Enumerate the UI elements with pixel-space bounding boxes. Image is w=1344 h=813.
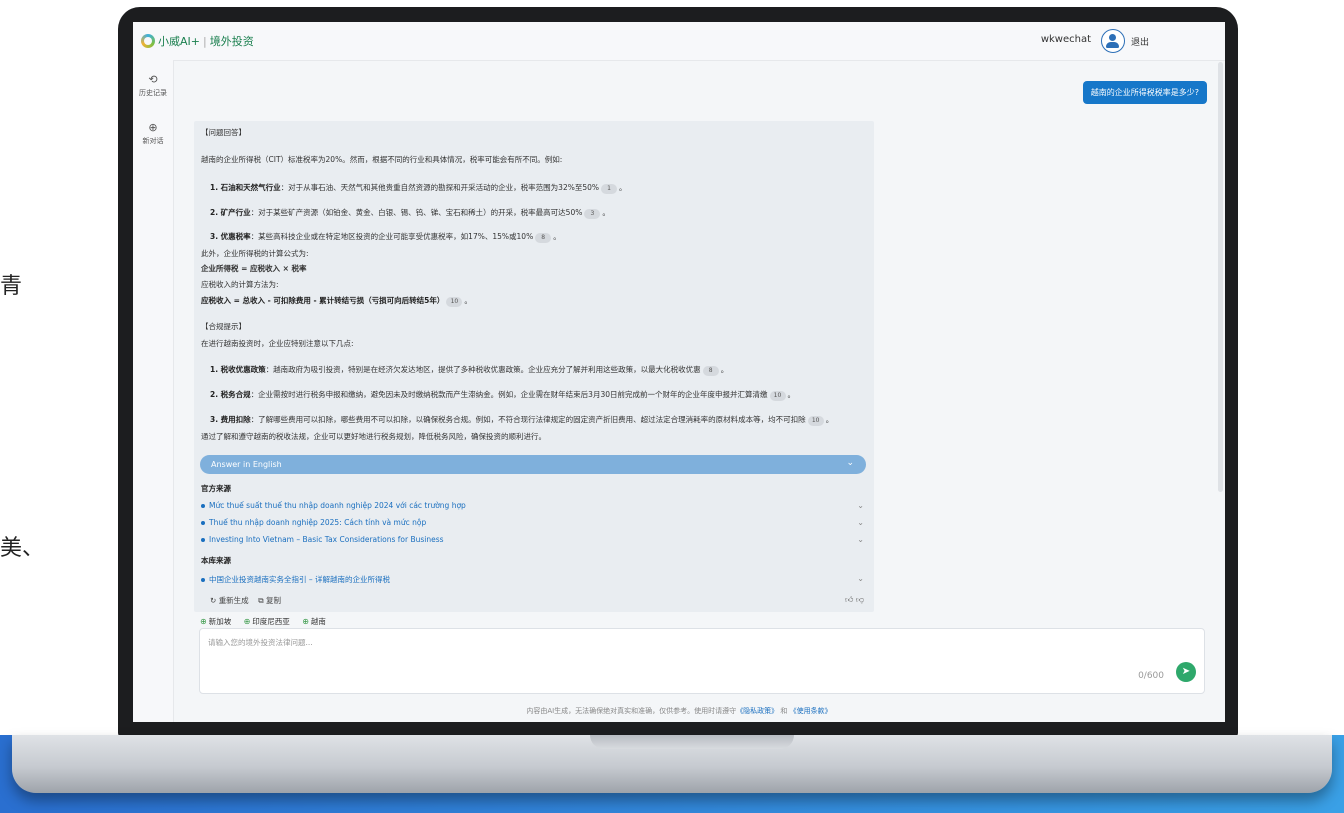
regenerate-button[interactable]: ↻ 重新生成 bbox=[210, 596, 249, 605]
citation-badge[interactable]: 10 bbox=[769, 391, 786, 401]
copy-icon: ⧉ bbox=[258, 596, 264, 605]
globe-icon: ⊕ bbox=[200, 617, 207, 626]
section-name: 境外投资 bbox=[209, 35, 254, 48]
question-input[interactable]: 请输入您的境外投资法律问题... 0/600 ➤ bbox=[199, 628, 1205, 694]
send-button[interactable]: ➤ bbox=[1176, 662, 1196, 682]
chevron-down-icon: ⌄ bbox=[846, 458, 854, 468]
list-item: 1. 税收优惠政策：越南政府为吸引投资，特别是在经济欠发达地区，提供了多种税收优… bbox=[210, 365, 729, 376]
chevron-down-icon[interactable]: ⌄ bbox=[857, 501, 864, 510]
citation-badge[interactable]: 8 bbox=[702, 366, 719, 376]
library-sources-title: 本库来源 bbox=[201, 556, 231, 565]
username: wkwechat bbox=[1040, 34, 1091, 45]
region-chip[interactable]: ⊕ 越南 bbox=[302, 617, 326, 626]
list-item: 3. 优惠税率：某些高科技企业或在特定地区投资的企业可能享受优惠税率，如17%、… bbox=[210, 232, 561, 243]
compliance-intro: 在进行越南投资时，企业应特别注意以下几点: bbox=[201, 339, 354, 348]
user-message-bubble: 越南的企业所得税税率是多少? bbox=[1082, 81, 1207, 104]
source-link[interactable]: 中国企业投资越南实务全指引 – 详解越南的企业所得税 bbox=[201, 574, 390, 585]
sidebar: ⟲ 历史记录 ⊕ 新对话 bbox=[133, 60, 174, 722]
list-item: 2. 税务合规：企业需按时进行税务申报和缴纳，避免因未及时缴纳税款而产生滞纳金。… bbox=[210, 390, 795, 401]
sidebar-item-new-chat[interactable]: ⊕ 新对话 bbox=[133, 122, 173, 146]
sidebar-item-history[interactable]: ⟲ 历史记录 bbox=[133, 74, 173, 98]
sidebar-item-label: 新对话 bbox=[142, 137, 164, 145]
sidebar-item-label: 历史记录 bbox=[139, 89, 167, 97]
source-link[interactable]: Mức thuế suất thuế thu nhập doanh nghiệp… bbox=[201, 501, 466, 510]
answer-in-english-label: Answer in English bbox=[211, 460, 282, 469]
background-text-fragment: 青 bbox=[0, 274, 23, 299]
char-counter: 0/600 bbox=[1138, 671, 1164, 681]
plus-icon: ⊕ bbox=[148, 121, 158, 134]
official-sources-title: 官方来源 bbox=[201, 484, 231, 493]
app-screen: 小威AI+ | 境外投资 wkwechat 退出 ⟲ 历史记录 ⊕ 新对话 越南的企… bbox=[133, 22, 1225, 722]
history-icon: ⟲ bbox=[148, 73, 158, 86]
thumbs-up-icon[interactable]: 👍︎ bbox=[845, 595, 853, 604]
feedback-buttons: 👍︎ 👎︎ bbox=[845, 595, 864, 605]
formula: 企业所得税 = 应税收入 × 税率 bbox=[201, 264, 307, 273]
section-title: 【问题回答】 bbox=[201, 128, 246, 137]
conclusion: 通过了解和遵守越南的税收法规，企业可以更好地进行税务规划，降低税务风险，确保投资… bbox=[201, 432, 546, 441]
scrollbar[interactable] bbox=[1218, 62, 1223, 492]
list-item: 3. 费用扣除：了解哪些费用可以扣除，哪些费用不可以扣除，以确保税务合规。例如，… bbox=[210, 415, 834, 426]
citation-badge[interactable]: 10 bbox=[446, 297, 463, 307]
citation-badge[interactable]: 8 bbox=[535, 233, 552, 243]
thumbs-down-icon[interactable]: 👎︎ bbox=[856, 595, 864, 604]
background-text-fragment: 美、 bbox=[0, 536, 45, 561]
globe-icon: ⊕ bbox=[243, 617, 251, 626]
source-link[interactable]: Thuế thu nhập doanh nghiệp 2025: Cách tí… bbox=[201, 518, 426, 527]
citation-badge[interactable]: 3 bbox=[584, 209, 601, 219]
citation-badge[interactable]: 10 bbox=[807, 416, 824, 426]
logo-icon bbox=[141, 34, 155, 48]
input-placeholder: 请输入您的境外投资法律问题... bbox=[208, 638, 313, 647]
answer-actions: ↻ 重新生成 ⧉ 复制 bbox=[210, 595, 281, 606]
privacy-policy-link[interactable]: 《隐私政策》 bbox=[736, 707, 778, 715]
region-chip[interactable]: ⊕ 新加坡 bbox=[200, 617, 231, 626]
citation-badge[interactable]: 1 bbox=[601, 184, 618, 194]
top-bar: 小威AI+ | 境外投资 wkwechat 退出 bbox=[133, 22, 1225, 61]
send-icon: ➤ bbox=[1181, 666, 1191, 677]
logout-link[interactable]: 退出 bbox=[1131, 35, 1149, 48]
answer-card: 【问题回答】 越南的企业所得税（CIT）标准税率为20%。然而，根据不同的行业和… bbox=[194, 121, 874, 612]
answer-intro: 越南的企业所得税（CIT）标准税率为20%。然而，根据不同的行业和具体情况，税率… bbox=[201, 155, 563, 164]
list-item: 2. 矿产行业：对于某些矿产资源（如铂金、黄金、白银、锡、钨、锑、宝石和稀土）的… bbox=[210, 208, 610, 219]
brand-name: 小威AI+ bbox=[158, 35, 200, 48]
taxable-intro: 应税收入的计算方法为: bbox=[201, 280, 279, 289]
chevron-down-icon[interactable]: ⌄ bbox=[857, 574, 864, 583]
chevron-down-icon[interactable]: ⌄ bbox=[857, 535, 864, 544]
footer-disclaimer: 内容由AI生成，无法确保绝对真实和准确，仅供参考。使用时请遵守《隐私政策》 和 … bbox=[526, 707, 832, 715]
region-chips: ⊕ 新加坡 ⊕ 印度尼西亚 ⊕ 越南 bbox=[200, 616, 336, 627]
laptop-base bbox=[12, 735, 1332, 793]
answer-in-english-toggle[interactable]: Answer in English ⌄ bbox=[200, 455, 866, 474]
copy-button[interactable]: ⧉ 复制 bbox=[258, 596, 281, 605]
refresh-icon: ↻ bbox=[210, 596, 217, 605]
list-item: 1. 石油和天然气行业：对于从事石油、天然气和其他贵重自然资源的勘探和开采活动的… bbox=[210, 183, 627, 194]
brand[interactable]: 小威AI+ | 境外投资 bbox=[158, 33, 254, 49]
terms-of-use-link[interactable]: 《使用条款》 bbox=[790, 707, 832, 715]
laptop-notch bbox=[590, 735, 794, 749]
source-link[interactable]: Investing Into Vietnam – Basic Tax Consi… bbox=[201, 535, 444, 544]
taxable-formula: 应税收入 = 总收入 - 可扣除费用 - 累计转结亏损（亏损可向后转结5年） 10… bbox=[201, 296, 472, 307]
chevron-down-icon[interactable]: ⌄ bbox=[857, 518, 864, 527]
avatar[interactable] bbox=[1101, 29, 1125, 53]
globe-icon: ⊕ bbox=[302, 617, 309, 626]
formula-intro: 此外，企业所得税的计算公式为: bbox=[201, 249, 309, 258]
section-title: 【合规提示】 bbox=[201, 322, 246, 331]
region-chip[interactable]: ⊕ 印度尼西亚 bbox=[244, 617, 290, 626]
